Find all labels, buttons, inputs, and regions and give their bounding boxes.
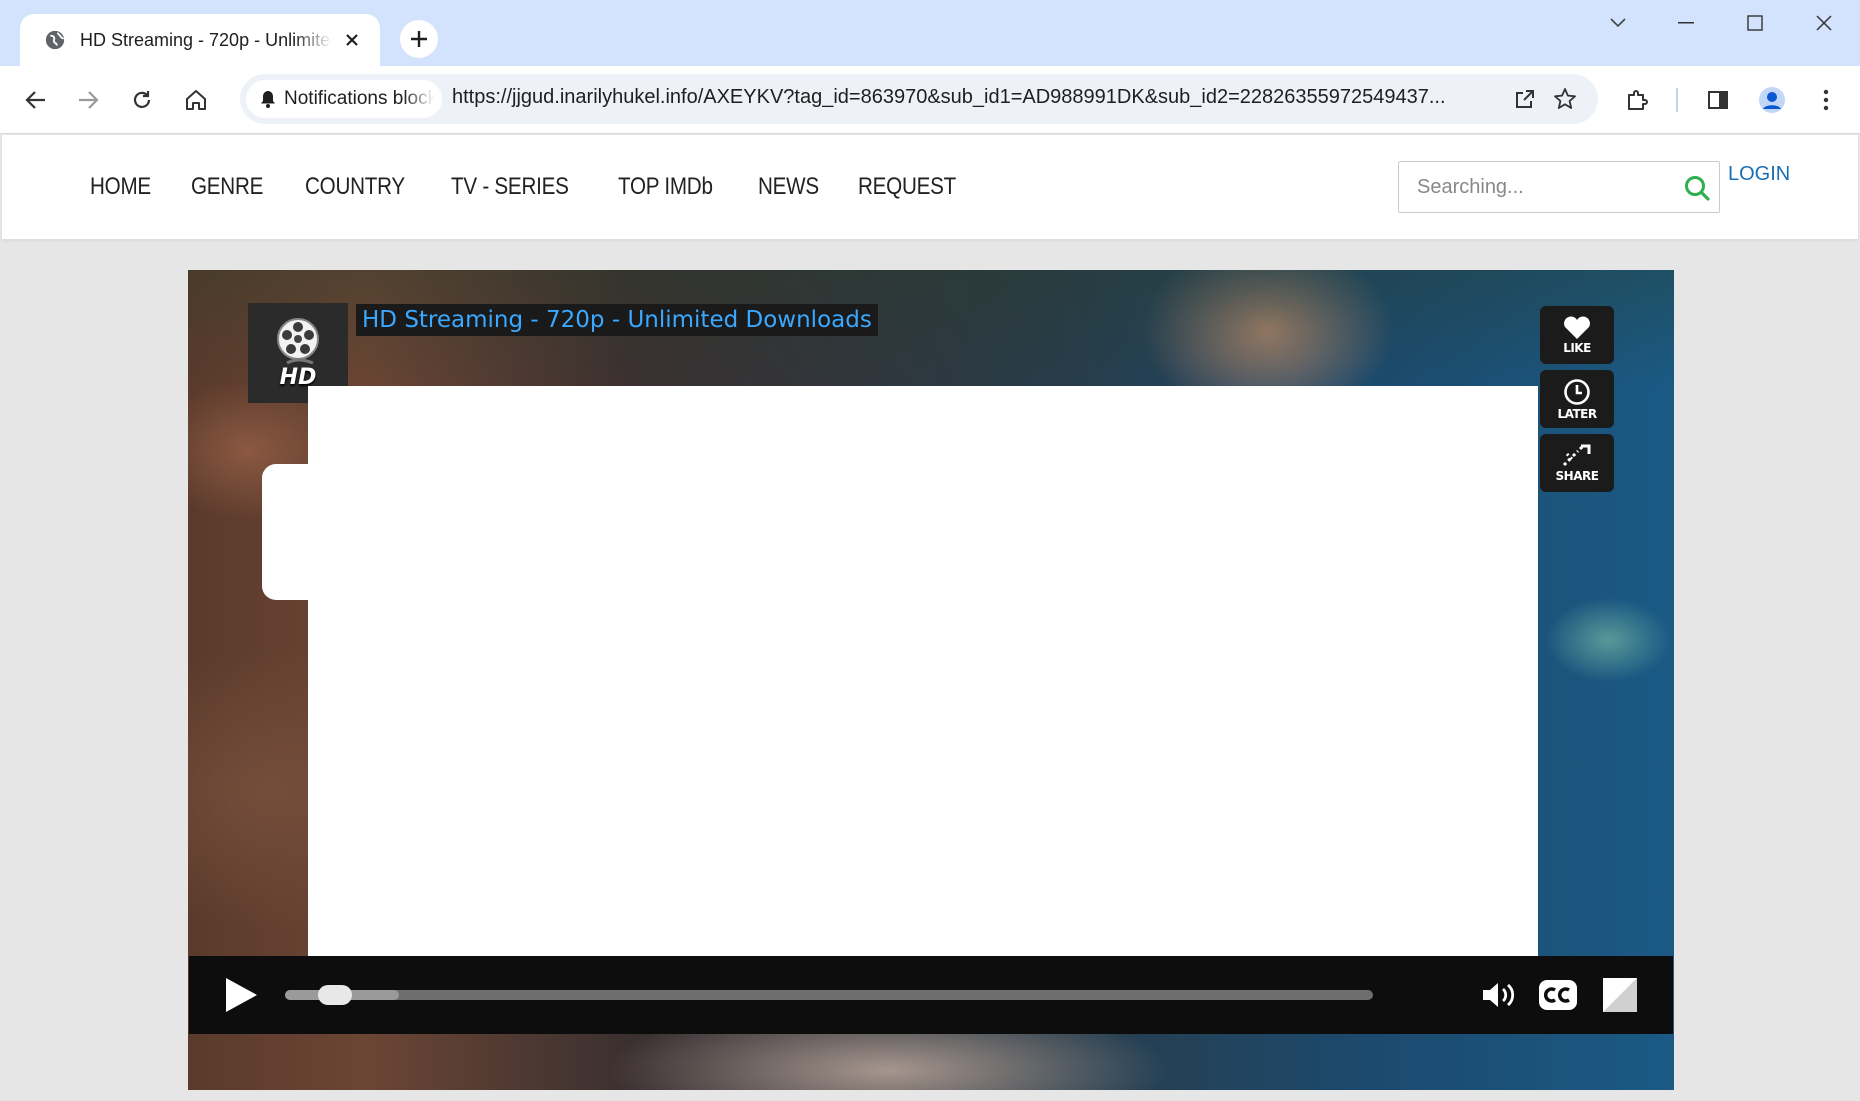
address-bar[interactable]: Notifications blocked https://jjgud.inar…: [240, 74, 1598, 124]
share-page-icon[interactable]: [1510, 84, 1540, 114]
search-input[interactable]: [1399, 162, 1669, 212]
reload-icon: [133, 91, 151, 108]
play-button[interactable]: [223, 976, 259, 1014]
search-button[interactable]: [1681, 172, 1713, 204]
captions-button[interactable]: [1537, 974, 1579, 1016]
browser-toolbar: Notifications blocked https://jjgud.inar…: [0, 66, 1860, 134]
like-label: LIKE: [1563, 340, 1591, 355]
menu-item-country[interactable]: COUNTRY: [305, 173, 405, 201]
bell-icon: [261, 91, 275, 108]
kebab-menu-icon: [1823, 89, 1829, 111]
url-text[interactable]: https://jjgud.inarilyhukel.info/AXEYKV?t…: [452, 86, 1510, 109]
menu-item-tv-series[interactable]: TV - SERIES: [451, 173, 569, 201]
fullscreen-icon: [1603, 978, 1637, 1012]
forward-button[interactable]: [68, 80, 108, 120]
progress-handle[interactable]: [318, 985, 352, 1005]
home-button[interactable]: [176, 80, 216, 120]
extensions-button[interactable]: [1618, 80, 1658, 120]
main-menu: HOME GENRE COUNTRY TV - SERIES TOP IMDb …: [90, 173, 1002, 201]
video-player[interactable]: HD HD Streaming - 720p - Unlimited Downl…: [188, 270, 1674, 1090]
fullscreen-button[interactable]: [1599, 974, 1641, 1016]
puzzle-icon: [1628, 90, 1648, 110]
player-controls: [189, 956, 1673, 1034]
home-icon: [186, 90, 206, 110]
browser-menu-button[interactable]: [1806, 80, 1846, 120]
share-button[interactable]: SHARE: [1540, 434, 1614, 492]
menu-item-genre[interactable]: GENRE: [191, 173, 263, 201]
progress-bar[interactable]: [285, 985, 1373, 1005]
browser-tab[interactable]: HD Streaming - 720p - Unlimited Download…: [20, 14, 380, 66]
clock-icon: [1564, 378, 1590, 405]
globe-icon: [45, 30, 65, 50]
notifications-blocked-chip[interactable]: Notifications blocked: [246, 80, 442, 118]
watch-later-button[interactable]: LATER: [1540, 370, 1614, 428]
search-icon: [1685, 176, 1710, 201]
video-title: HD Streaming - 720p - Unlimited Download…: [356, 304, 878, 336]
cc-icon: [1539, 980, 1577, 1010]
heart-icon: [1564, 316, 1590, 339]
notifications-chip-label: Notifications blocked: [284, 88, 434, 109]
share-icon: [1562, 444, 1591, 466]
bookmark-star-icon[interactable]: [1550, 84, 1580, 114]
plus-icon: [411, 31, 427, 47]
menu-item-news[interactable]: NEWS: [758, 173, 819, 201]
menu-item-top-imdb[interactable]: TOP IMDb: [618, 173, 713, 201]
share-label: SHARE: [1555, 468, 1599, 483]
close-tab-icon[interactable]: [340, 28, 364, 52]
reload-button[interactable]: [122, 80, 162, 120]
close-icon: [1816, 15, 1832, 31]
menu-item-request[interactable]: REQUEST: [858, 173, 956, 201]
avatar-icon: [1759, 87, 1785, 113]
profile-button[interactable]: [1752, 80, 1792, 120]
arrow-left-icon: [25, 91, 45, 109]
blank-overlay-panel: [308, 386, 1538, 958]
maximize-button[interactable]: [1725, 8, 1785, 38]
site-header: HOME GENRE COUNTRY TV - SERIES TOP IMDb …: [2, 135, 1858, 240]
tab-title: HD Streaming - 720p - Unlimited Download…: [80, 29, 332, 50]
volume-button[interactable]: [1479, 974, 1521, 1016]
back-button[interactable]: [16, 80, 56, 120]
minimize-icon: [1678, 22, 1694, 24]
toolbar-divider: [1676, 88, 1678, 112]
side-panel-button[interactable]: [1698, 80, 1738, 120]
maximize-icon: [1747, 15, 1763, 31]
login-link[interactable]: LOGIN: [1728, 163, 1790, 186]
film-reel-icon: [277, 317, 319, 364]
volume-icon: [1483, 983, 1515, 1007]
like-button[interactable]: LIKE: [1540, 306, 1614, 364]
close-window-button[interactable]: [1794, 8, 1854, 38]
tab-search-button[interactable]: [1588, 8, 1648, 38]
search-box: [1398, 161, 1720, 213]
minimize-button[interactable]: [1656, 8, 1716, 38]
browser-tabstrip: HD Streaming - 720p - Unlimited Download…: [0, 0, 1860, 66]
menu-item-home[interactable]: HOME: [90, 173, 151, 201]
side-panel-icon: [1708, 91, 1728, 109]
play-icon: [226, 978, 257, 1012]
new-tab-button[interactable]: [400, 20, 438, 58]
chevron-down-icon: [1610, 18, 1626, 28]
arrow-right-icon: [79, 91, 99, 109]
later-label: LATER: [1557, 406, 1597, 421]
